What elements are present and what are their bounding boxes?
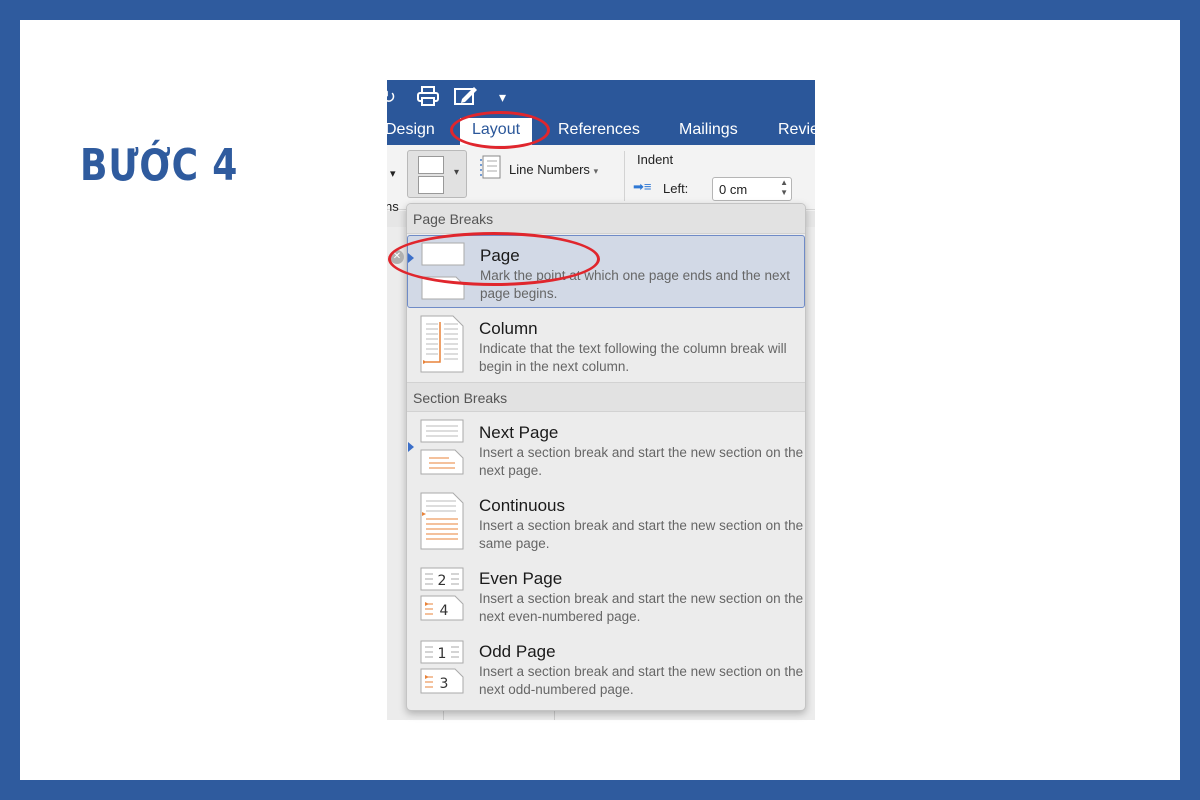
menu-item-desc: Insert a section break and start the new… bbox=[479, 518, 804, 551]
menu-item-continuous[interactable]: Continuous Insert a section break and st… bbox=[407, 486, 805, 559]
menu-item-desc: Insert a section break and start the new… bbox=[479, 445, 804, 478]
menu-item-odd-page[interactable]: 13 Odd Page Insert a section break and s… bbox=[407, 632, 805, 705]
menu-item-title: Continuous bbox=[479, 496, 566, 515]
breaks-button[interactable]: ▾ bbox=[407, 150, 467, 198]
menu-item-column[interactable]: Column Indicate that the text following … bbox=[407, 309, 805, 382]
section-breaks-header: Section Breaks bbox=[407, 382, 805, 412]
tab-review[interactable]: Revie bbox=[778, 120, 815, 140]
step-title: BƯỚC 4 bbox=[80, 140, 239, 191]
chevron-down-icon: ▾ bbox=[454, 167, 460, 178]
line-numbers-button[interactable]: Line Numbers ▾ bbox=[509, 162, 598, 177]
menu-item-title: Even Page bbox=[479, 569, 563, 588]
even-icon-bottom-number: 4 bbox=[440, 603, 449, 619]
tab-references[interactable]: References bbox=[558, 120, 640, 140]
next-page-break-icon bbox=[419, 418, 465, 478]
print-icon[interactable] bbox=[417, 86, 439, 111]
odd-page-break-icon: 13 bbox=[419, 637, 465, 697]
line-numbers-icon bbox=[479, 155, 501, 184]
menu-item-title: Odd Page bbox=[479, 642, 556, 661]
menu-item-even-page[interactable]: 24 Even Page Insert a section break and … bbox=[407, 559, 805, 632]
page-bottom-icon bbox=[418, 176, 444, 194]
column-break-icon bbox=[419, 314, 465, 374]
menu-item-desc: Insert a section break and start the new… bbox=[479, 664, 804, 697]
indent-label: Indent bbox=[637, 152, 674, 167]
even-page-break-icon: 24 bbox=[419, 564, 465, 624]
menu-item-title: Next Page bbox=[479, 423, 559, 442]
line-numbers-label: Line Numbers bbox=[509, 162, 590, 177]
tab-mailings[interactable]: Mailings bbox=[679, 120, 738, 140]
page-breaks-header: Page Breaks bbox=[407, 204, 805, 234]
continuous-break-icon bbox=[419, 491, 465, 551]
tab-design[interactable]: Design bbox=[387, 120, 435, 140]
indent-left-label: Left: bbox=[663, 181, 689, 196]
edit-document-icon[interactable] bbox=[454, 86, 478, 111]
quick-access-toolbar: ↻ ▾ bbox=[387, 80, 815, 115]
even-icon-top-number: 2 bbox=[438, 573, 447, 589]
indent-left-value: 0 cm bbox=[719, 182, 748, 197]
menu-item-desc: Indicate that the text following the col… bbox=[479, 341, 787, 374]
menu-item-next-page[interactable]: Next Page Insert a section break and sta… bbox=[407, 413, 805, 486]
highlight-ring-page-item bbox=[388, 232, 600, 286]
indent-left-input[interactable]: 0 cm ▲ ▼ bbox=[712, 177, 792, 201]
odd-icon-bottom-number: 3 bbox=[440, 676, 449, 692]
odd-icon-top-number: 1 bbox=[438, 646, 447, 662]
stepper-icon[interactable]: ▲ ▼ bbox=[780, 178, 788, 198]
selection-marker-icon bbox=[408, 442, 414, 452]
highlight-ring-layout-tab bbox=[450, 111, 550, 149]
menu-item-desc: Insert a section break and start the new… bbox=[479, 591, 804, 624]
ribbon-divider bbox=[624, 151, 625, 201]
page-top-icon bbox=[418, 156, 444, 174]
menu-item-title: Column bbox=[479, 319, 538, 338]
customize-toolbar-icon[interactable]: ▾ bbox=[499, 86, 506, 108]
indent-left-icon: ➡≡ bbox=[633, 179, 652, 194]
redo-icon[interactable]: ↻ bbox=[387, 86, 396, 108]
dropdown-arrow-icon[interactable]: ▾ bbox=[390, 167, 396, 180]
